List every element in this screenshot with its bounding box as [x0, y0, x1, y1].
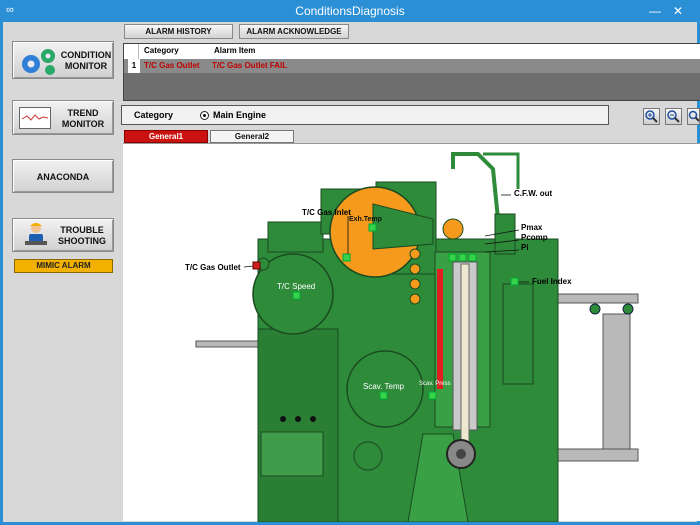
alarm-item-column-header: Alarm Item [214, 46, 256, 55]
category-column-header: Category [144, 46, 179, 55]
main-frame: CONDITION MONITOR TREND MONITOR ANACONDA… [0, 22, 700, 525]
tc-gas-inlet-label: T/C Gas Inlet [302, 208, 351, 217]
scav-press-label: Scav. Press [419, 381, 451, 387]
zoom-fit-button[interactable] [687, 108, 700, 125]
alarm-table: Category Alarm Item 1 T/C Gas Outlet T/C… [123, 43, 700, 101]
main-engine-radio[interactable] [200, 111, 209, 120]
main-engine-schematic [195, 152, 639, 522]
alarm-acknowledge-button[interactable]: ALARM ACKNOWLEDGE [239, 24, 349, 39]
zoom-out-button[interactable] [665, 108, 682, 125]
engine-diagram: C.F.W. out T/C Gas Inlet Exh.Temp Pmax P… [123, 143, 700, 522]
main-engine-label: Main Engine [213, 110, 267, 120]
alarm-item-cell: T/C Gas Outlet FAIL [212, 61, 288, 70]
window-title: ConditionsDiagnosis [295, 4, 405, 18]
gears-icon [22, 49, 55, 75]
tab-general2[interactable]: General2 [210, 130, 294, 143]
close-icon[interactable]: ✕ [667, 2, 689, 20]
alarm-history-button[interactable]: ALARM HISTORY [124, 24, 233, 39]
fuel-index-label: Fuel Index [532, 277, 572, 286]
row-index: 1 [128, 59, 140, 73]
condition-monitor-button[interactable]: CONDITION MONITOR [12, 41, 114, 79]
trouble-shooting-label: TROUBLE SHOOTING [57, 225, 106, 246]
trend-monitor-label: TREND MONITOR [61, 108, 105, 129]
alarm-category-cell: T/C Gas Outlet [144, 61, 200, 70]
tc-speed-label: T/C Speed [277, 282, 316, 291]
scav-temp-label: Scav. Temp [363, 382, 405, 391]
mimic-alarm-button[interactable]: MIMIC ALARM [14, 259, 113, 273]
condition-monitor-label: CONDITION MONITOR [60, 50, 112, 71]
anaconda-label: ANACONDA [36, 172, 90, 182]
row-index-header [127, 44, 139, 59]
title-bar: ∞ ConditionsDiagnosis — ✕ [0, 0, 700, 22]
trouble-shooting-button[interactable]: TROUBLE SHOOTING [12, 218, 114, 252]
magnifier-icon [688, 110, 700, 122]
tc-gas-outlet-label: T/C Gas Outlet [185, 263, 241, 272]
trend-monitor-button[interactable]: TREND MONITOR [12, 100, 114, 135]
cfw-out-label: C.F.W. out [514, 189, 553, 198]
zoom-in-icon [645, 110, 658, 123]
trend-chart-icon [19, 107, 51, 129]
table-row[interactable]: 1 T/C Gas Outlet T/C Gas Outlet FAIL [124, 59, 700, 73]
zoom-in-button[interactable] [643, 108, 660, 125]
pmax-label: Pmax [521, 223, 543, 232]
engineer-icon [25, 223, 47, 245]
pi-label: Pi [521, 243, 529, 252]
zoom-out-icon [667, 110, 680, 123]
pcomp-label: Pcomp [521, 233, 548, 242]
category-bar: Category Main Engine [121, 105, 609, 125]
tab-general1[interactable]: General1 [124, 130, 208, 143]
exh-temp-label: Exh.Temp [349, 216, 382, 223]
minimize-icon[interactable]: — [644, 2, 666, 20]
category-label: Category [134, 110, 174, 120]
alarm-table-header: Category Alarm Item [124, 44, 700, 59]
anaconda-button[interactable]: ANACONDA [12, 159, 114, 193]
